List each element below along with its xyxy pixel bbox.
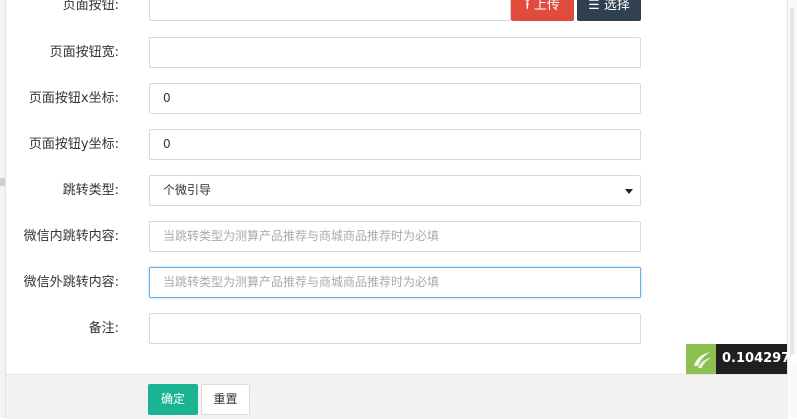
page-button-x-label: 页面按钮x坐标:	[28, 91, 119, 106]
jump-type-value: 个微引导	[163, 183, 212, 197]
wechat-in-content-label: 微信内跳转内容:	[23, 229, 119, 244]
jump-type-row: 跳转类型: 个微引导	[0, 175, 797, 206]
confirm-button[interactable]: 确定	[148, 384, 198, 415]
page-button-label: 页面按钮:	[62, 0, 119, 13]
page-button-x-row: 页面按钮x坐标: 0	[0, 83, 797, 114]
jump-type-select[interactable]: 个微引导	[149, 175, 641, 206]
performance-value: 0.104297s	[722, 351, 797, 366]
jump-type-label: 跳转类型:	[62, 183, 119, 198]
wechat-out-content-input[interactable]: 当跳转类型为测算产品推荐与商城商品推荐时为必填	[149, 267, 641, 298]
wechat-in-content-input[interactable]: 当跳转类型为测算产品推荐与商城商品推荐时为必填	[149, 221, 641, 252]
page-button-width-label: 页面按钮宽:	[49, 45, 119, 60]
page-button-row: 页面按钮:	[0, 0, 797, 21]
page-button-y-row: 页面按钮y坐标: 0	[0, 129, 797, 160]
form-footer	[6, 374, 788, 419]
wechat-in-content-row: 微信内跳转内容: 当跳转类型为测算产品推荐与商城商品推荐时为必填	[0, 221, 797, 252]
chevron-down-icon	[625, 189, 633, 194]
page-button-width-row: 页面按钮宽:	[0, 37, 797, 68]
page-button-y-label: 页面按钮y坐标:	[28, 137, 119, 152]
select-label: 选择	[603, 0, 630, 13]
page-button-x-input[interactable]: 0	[149, 83, 641, 114]
reset-button[interactable]: 重置	[201, 384, 250, 415]
page-button-input[interactable]	[149, 0, 511, 21]
remark-row: 备注:	[0, 313, 797, 344]
wechat-out-content-row: 微信外跳转内容: 当跳转类型为测算产品推荐与商城商品推荐时为必填	[0, 267, 797, 298]
wechat-out-content-label: 微信外跳转内容:	[23, 275, 119, 290]
upload-icon: ⭱	[525, 0, 530, 13]
list-icon: ☰	[588, 0, 600, 13]
performance-badge[interactable]: 0.104297s	[686, 344, 797, 374]
page-button-width-input[interactable]	[149, 37, 641, 68]
select-button[interactable]: ☰ 选择	[577, 0, 641, 21]
logo-icon	[686, 344, 716, 374]
upload-button[interactable]: ⭱ 上传	[511, 0, 574, 21]
remark-label: 备注:	[88, 321, 119, 336]
upload-label: 上传	[533, 0, 560, 13]
remark-input[interactable]	[149, 313, 641, 344]
page-button-y-input[interactable]: 0	[149, 129, 641, 160]
